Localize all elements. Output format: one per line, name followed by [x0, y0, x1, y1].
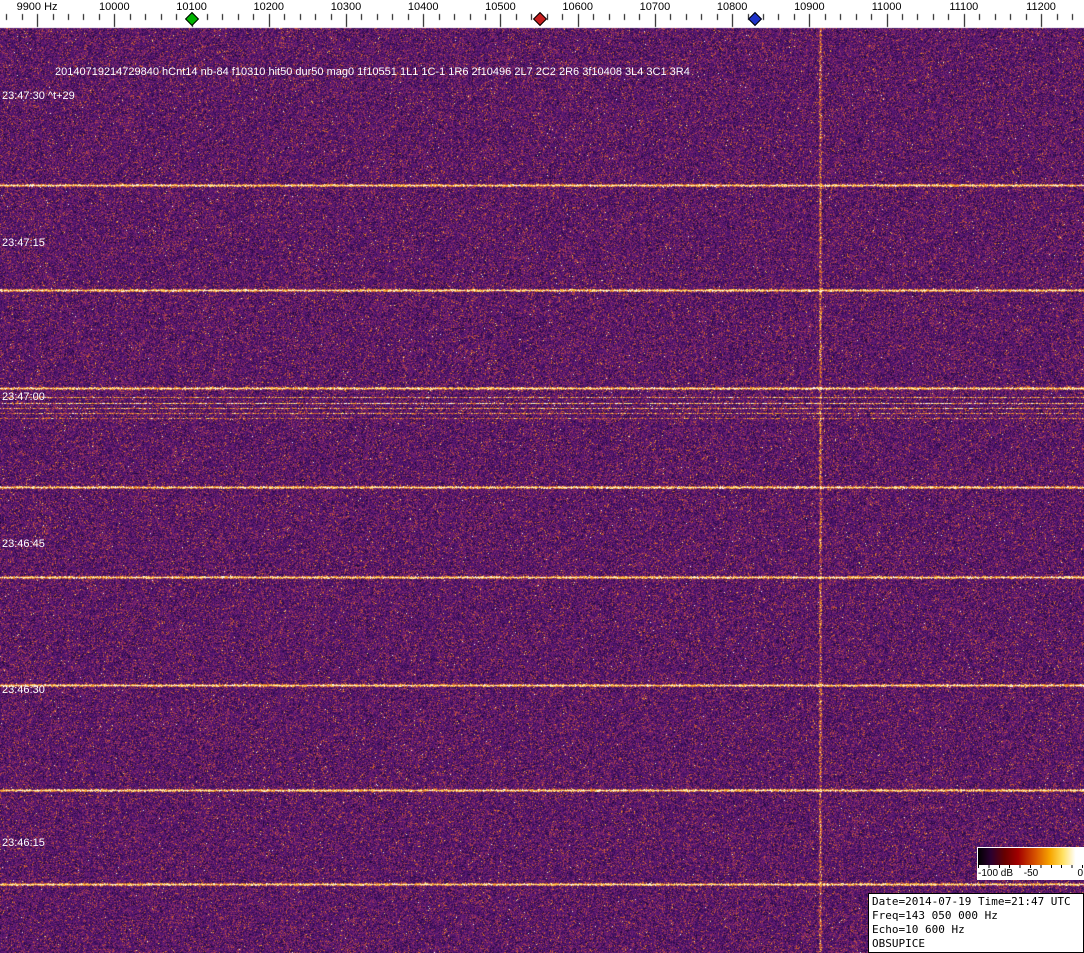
ruler-label: 10000: [99, 1, 130, 13]
ruler-label: 10500: [485, 1, 516, 13]
frequency-ruler[interactable]: 9900 Hz100001010010200103001040010500106…: [0, 0, 1084, 28]
time-label: 23:46:30: [2, 684, 45, 696]
marker-diamond-green-icon[interactable]: [184, 12, 198, 26]
ruler-label: 10900: [794, 1, 825, 13]
ruler-label: 10200: [253, 1, 284, 13]
info-freq-line: Freq=143 050 000 Hz: [872, 909, 1080, 923]
ruler-label: 10300: [331, 1, 362, 13]
time-label: 23:47:00: [2, 391, 45, 403]
event-annotation: 20140719214729840 hCnt14 nb-84 f10310 hi…: [55, 66, 690, 78]
ruler-label: 11100: [949, 1, 978, 13]
marker-diamond-blue-icon[interactable]: [748, 12, 762, 26]
time-label: 23:47:15: [2, 237, 45, 249]
ruler-label: 11000: [872, 1, 902, 13]
colorbar-label-min: -100 dB: [978, 868, 1013, 879]
ruler-label: 10700: [640, 1, 671, 13]
colorbar-scale: -100 dB -50 0: [978, 865, 1084, 879]
ruler-label: 9900 Hz: [17, 1, 58, 13]
info-station-line: OBSUPICE: [872, 937, 1080, 951]
colorbar-label-mid: -50: [1024, 868, 1038, 879]
spectrogram-app: 9900 Hz100001010010200103001040010500106…: [0, 0, 1084, 953]
colorbar-gradient[interactable]: [978, 848, 1084, 865]
ruler-label: 11200: [1026, 1, 1056, 13]
ruler-label: 10400: [408, 1, 439, 13]
time-label: 23:46:15: [2, 837, 45, 849]
marker-diamond-red-icon[interactable]: [533, 12, 547, 26]
info-box: Date=2014-07-19 Time=21:47 UTC Freq=143 …: [868, 893, 1084, 953]
time-label: 23:47:30 ^t+29: [2, 90, 75, 102]
time-label: 23:46:45: [2, 538, 45, 550]
ruler-label: 10600: [562, 1, 593, 13]
ruler-label: 10800: [717, 1, 748, 13]
info-date-line: Date=2014-07-19 Time=21:47 UTC: [872, 895, 1080, 909]
spectrogram-canvas[interactable]: [0, 0, 1084, 953]
colorbar-label-max: 0: [1077, 868, 1083, 879]
info-echo-line: Echo=10 600 Hz: [872, 923, 1080, 937]
colorbar: -100 dB -50 0: [977, 847, 1084, 880]
